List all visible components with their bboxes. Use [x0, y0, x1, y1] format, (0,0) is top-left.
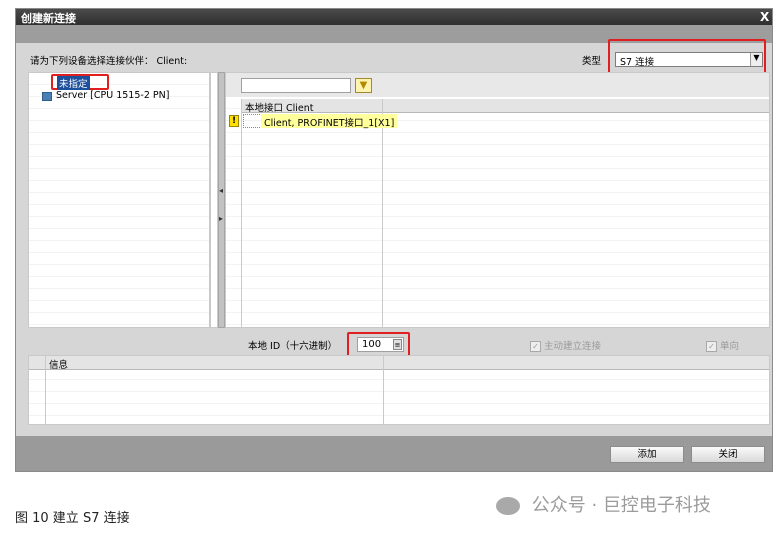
panel-splitter[interactable]: ◂ ▸: [218, 72, 225, 328]
partner-prompt-label: 请为下列设备选择连接伙伴： Client:: [30, 56, 188, 67]
id-picker-icon[interactable]: ≡: [393, 339, 402, 350]
warning-icon: !: [229, 115, 239, 127]
checkbox-active-icon[interactable]: ✓: [530, 341, 541, 352]
tree-side-strip: [210, 72, 218, 328]
add-button[interactable]: 添加: [610, 446, 684, 463]
active-connection-label: 主动建立连接: [544, 341, 602, 352]
tree-item-server-label: Server [CPU 1515-2 PN]: [56, 90, 170, 101]
column-header-local-interface: 本地接口 Client: [245, 103, 314, 114]
button-bar: 添加 关闭: [16, 436, 772, 471]
dialog-title: 创建新连接: [21, 12, 76, 25]
close-icon[interactable]: X: [760, 10, 769, 24]
info-header-row: 信息: [29, 356, 769, 371]
plc-device-icon: [42, 92, 52, 101]
interface-table: ▼ 本地接口 Client ! Client, PROFINET接口_1[X1]: [225, 72, 770, 328]
one-way-label: 单向: [720, 341, 740, 352]
interface-cell[interactable]: Client, PROFINET接口_1[X1]: [261, 114, 398, 129]
filter-icon[interactable]: ▼: [355, 78, 372, 93]
close-button[interactable]: 关闭: [691, 446, 765, 463]
wechat-icon: [496, 497, 520, 515]
checkbox-oneway-icon[interactable]: ✓: [706, 341, 717, 352]
chevron-down-icon[interactable]: ▼: [750, 53, 762, 66]
tree-item-unspecified[interactable]: 未指定: [57, 76, 90, 90]
row-header-divider: [241, 99, 242, 327]
local-id-value: 100: [362, 339, 382, 350]
info-panel: 信息: [28, 355, 770, 425]
table-row[interactable]: ! Client, PROFINET接口_1[X1]: [226, 114, 769, 129]
info-header: 信息: [49, 360, 69, 371]
filter-input[interactable]: [241, 78, 351, 93]
watermark: 公众号 · 巨控电子科技: [496, 491, 711, 517]
partner-tree: 未指定 Server [CPU 1515-2 PN]: [28, 72, 210, 328]
connection-type-value: S7 连接: [620, 57, 655, 68]
figure-caption: 图 10 建立 S7 连接: [15, 511, 130, 526]
collapse-left-icon[interactable]: ◂: [219, 186, 223, 195]
local-id-label: 本地 ID（十六进制）: [248, 341, 338, 352]
table-header-row: 本地接口 Client: [241, 99, 769, 114]
create-connection-dialog: 创建新连接 X 请为下列设备选择连接伙伴： Client: 类型 S7 连接 ▼…: [15, 8, 773, 472]
info-column-divider: [383, 356, 384, 424]
column-divider: [382, 99, 383, 327]
one-way-checkbox[interactable]: ✓ 单向: [706, 338, 739, 352]
watermark-text: 公众号 · 巨控电子科技: [531, 495, 711, 516]
active-connection-checkbox[interactable]: ✓ 主动建立连接: [530, 338, 601, 352]
local-id-field[interactable]: 100 ≡: [357, 337, 404, 352]
info-row-header-divider: [45, 356, 46, 424]
connection-type-select[interactable]: S7 连接 ▼: [615, 52, 763, 68]
expand-right-icon[interactable]: ▸: [219, 214, 223, 223]
type-label: 类型: [582, 56, 602, 67]
dialog-titlebar: 创建新连接 X: [16, 9, 772, 25]
